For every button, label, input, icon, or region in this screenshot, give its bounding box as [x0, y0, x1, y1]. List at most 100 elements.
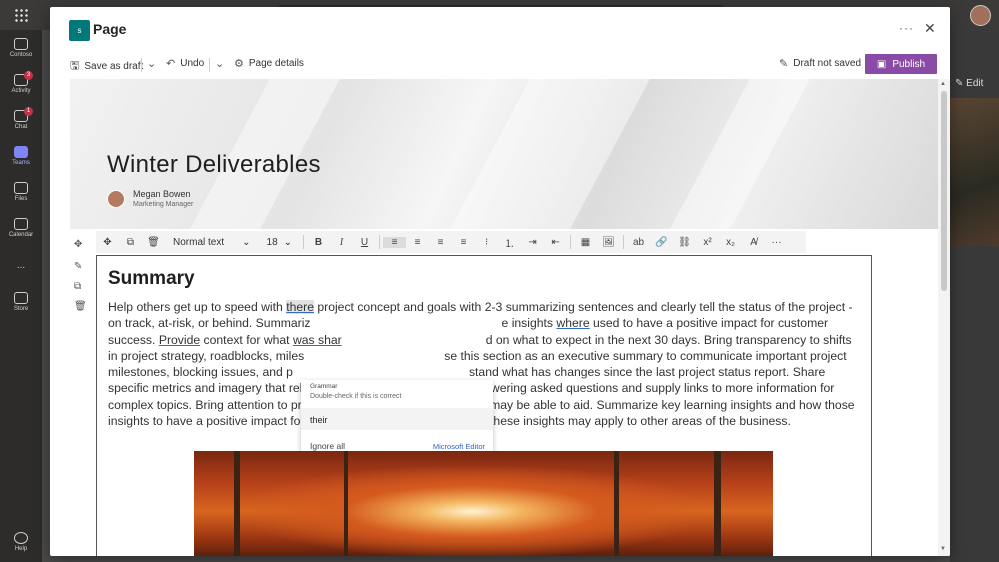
text-run: e insights — [501, 316, 557, 331]
sharepoint-app-icon: s — [69, 20, 90, 41]
subscript-icon[interactable]: x₂ — [719, 237, 742, 248]
section-heading[interactable]: Summary — [108, 268, 195, 290]
rail-item-teams[interactable]: Teams — [0, 146, 42, 166]
edit-section-icon[interactable]: ✎ — [74, 261, 82, 272]
dialog-header: s Page ··· ✕ — [50, 7, 950, 51]
page-details-label: Page details — [248, 58, 304, 69]
justify-icon[interactable]: ≡ — [452, 237, 475, 248]
teams-icon — [14, 146, 28, 158]
undo-label: Undo — [180, 58, 205, 69]
scroll-down-icon[interactable]: ▼ — [940, 546, 946, 552]
duplicate-icon[interactable]: ⧉ — [119, 237, 142, 248]
edit-label: Edit — [966, 78, 984, 89]
app-launcher-icon[interactable] — [14, 8, 28, 22]
author-name: Megan Bowen — [133, 189, 191, 199]
save-draft-button[interactable]: 🖫 Save as draft — [70, 57, 143, 76]
help-icon — [14, 532, 28, 544]
page-title[interactable]: Winter Deliverables — [107, 151, 321, 179]
numbered-list-icon[interactable]: ⒈ — [498, 235, 521, 250]
align-center-icon[interactable]: ≡ — [406, 237, 429, 248]
scroll-up-icon[interactable]: ▲ — [940, 81, 946, 87]
rail-item-contoso[interactable]: Contoso — [0, 38, 42, 58]
rail-item-store[interactable]: Store — [0, 292, 42, 312]
teams-app-rail: Contoso 3 Activity 1 Chat Teams Files Cale… — [0, 30, 42, 562]
more-options-icon[interactable]: ··· — [765, 237, 788, 248]
text-style-dropdown[interactable]: Normal text ⌄ — [165, 237, 259, 248]
text-run: Help others get up to speed with — [108, 300, 287, 314]
move-icon[interactable]: ✥ — [74, 239, 82, 250]
font-size-dropdown[interactable]: 18 ⌄ — [259, 237, 301, 248]
author-avatar — [107, 190, 125, 208]
command-bar: 🖫 Save as draft ⌄ ↶ Undo ⌄ ⚙ Page detail… — [50, 51, 950, 79]
rail-item-files[interactable]: Files — [0, 182, 42, 202]
undo-dropdown-chevron[interactable]: ⌄ — [215, 57, 224, 70]
text-formatting-toolbar: ✥ ⧉ 🗑 Normal text ⌄ 18 ⌄ B I U ≡ ≡ ≡ ≡ ⁝ ⒈… — [96, 231, 806, 253]
unlink-icon[interactable]: ⛓ — [673, 237, 696, 248]
bulleted-list-icon[interactable]: ⁝ — [475, 237, 498, 248]
save-icon: 🖫 — [70, 60, 80, 72]
table-icon[interactable]: ▦ — [574, 237, 597, 248]
ignore-all-button[interactable]: Ignore all — [310, 441, 345, 451]
chat-badge: 1 — [24, 107, 33, 116]
undo-icon: ↶ — [166, 58, 176, 70]
contoso-icon — [14, 38, 28, 50]
undo-button[interactable]: ↶ Undo — [166, 57, 204, 70]
autumn-forest-image[interactable] — [194, 451, 773, 556]
chevron-down-icon: ⌄ — [283, 236, 293, 248]
close-icon[interactable]: ✕ — [924, 20, 936, 37]
flagged-word[interactable]: where — [556, 316, 589, 330]
divider — [303, 235, 305, 249]
underline-icon[interactable]: U — [353, 237, 376, 248]
rail-item-chat[interactable]: 1 Chat — [0, 107, 42, 130]
rail-item-help[interactable]: Help — [0, 532, 42, 552]
divider — [379, 235, 381, 249]
clear-formatting-icon[interactable]: A̸ — [742, 237, 765, 248]
activity-badge: 3 — [24, 71, 33, 80]
user-avatar[interactable] — [970, 5, 991, 26]
rail-label: Chat — [14, 124, 28, 130]
rail-item-activity[interactable]: 3 Activity — [0, 71, 42, 94]
move-icon[interactable]: ✥ — [96, 237, 119, 248]
font-size-value: 18 — [266, 236, 278, 248]
author-role: Marketing Manager — [133, 201, 194, 208]
background-edit-button: ✎ Edit — [955, 78, 984, 89]
chevron-down-icon: ⌄ — [242, 236, 251, 248]
image-icon[interactable]: 🖼 — [597, 237, 620, 248]
more-options-icon[interactable]: ··· — [899, 21, 914, 35]
file-icon — [14, 182, 28, 194]
delete-icon[interactable]: 🗑 — [142, 237, 165, 248]
delete-icon[interactable]: 🗑 — [74, 301, 87, 312]
strikethrough-icon[interactable]: ab — [627, 237, 650, 248]
page-details-button[interactable]: ⚙ Page details — [234, 57, 304, 70]
divider — [570, 235, 572, 249]
pencil-icon: ✎ — [779, 58, 789, 70]
publish-button[interactable]: ▣ Publish — [865, 54, 937, 74]
text-run: context for what — [200, 332, 293, 347]
flagged-word[interactable]: was shar — [293, 333, 342, 347]
draft-status: ✎ Draft not saved — [779, 57, 861, 70]
increase-indent-icon[interactable]: ⇥ — [521, 237, 544, 248]
decrease-indent-icon[interactable]: ⇤ — [544, 237, 567, 248]
link-icon[interactable]: 🔗 — [650, 237, 673, 248]
vertical-scrollbar[interactable]: ▲ ▼ — [938, 79, 950, 556]
align-left-icon[interactable]: ≡ — [383, 236, 407, 248]
chevron-down-icon: ⌄ — [147, 58, 157, 70]
italic-icon[interactable]: I — [330, 237, 353, 248]
save-dropdown-chevron[interactable]: ⌄ — [147, 57, 156, 70]
align-right-icon[interactable]: ≡ — [429, 237, 452, 248]
duplicate-icon[interactable]: ⧉ — [74, 281, 81, 292]
superscript-icon[interactable]: x² — [696, 237, 719, 248]
scroll-thumb[interactable] — [941, 91, 947, 291]
draft-status-label: Draft not saved — [793, 58, 862, 69]
calendar-icon — [14, 218, 28, 230]
flagged-word[interactable]: Provide — [159, 333, 200, 347]
bold-icon[interactable]: B — [307, 237, 330, 248]
hero-decoration — [670, 79, 810, 229]
divider — [141, 58, 142, 72]
rail-item-more[interactable]: ... — [0, 258, 42, 271]
rail-item-calendar[interactable]: Calendar — [0, 218, 42, 238]
chevron-down-icon: ⌄ — [215, 58, 225, 70]
suggestion-option[interactable]: their — [301, 408, 493, 430]
rail-label: Calendar — [8, 232, 34, 238]
flagged-word[interactable]: there — [286, 300, 314, 314]
